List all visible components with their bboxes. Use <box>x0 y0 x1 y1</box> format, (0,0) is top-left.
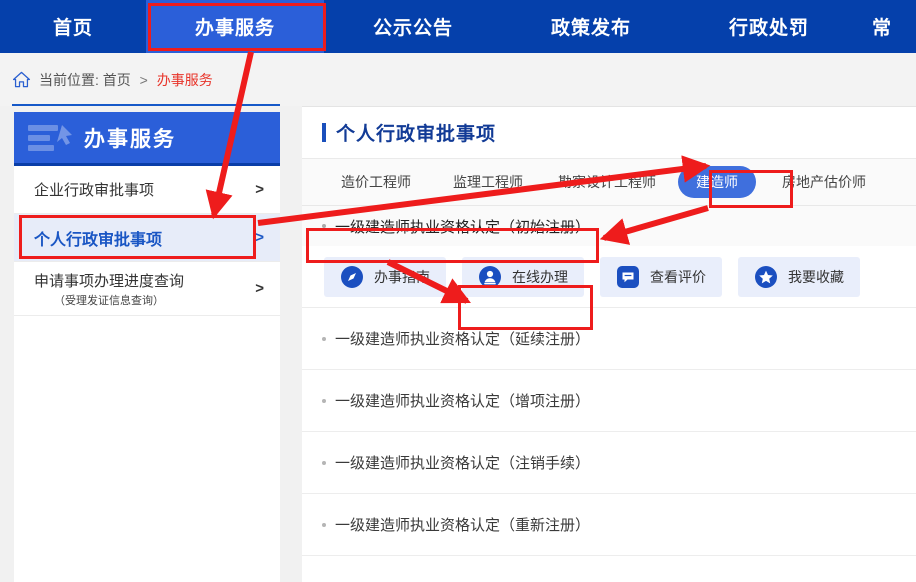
compass-icon <box>341 265 363 288</box>
list-item-label: 一级建造师执业资格认定（增项注册） <box>335 393 591 410</box>
sidebar-item-progress-text: 申请事项办理进度查询 （受理发证信息查询） <box>34 270 184 308</box>
sidebar: 办事服务 企业行政审批事项 > 个人行政审批事项 > 申请事项办理进度查询 （受… <box>14 112 280 582</box>
sidebar-item-progress[interactable]: 申请事项办理进度查询 （受理发证信息查询） > <box>14 262 280 316</box>
tab-supervision-engineer[interactable]: 监理工程师 <box>432 172 544 192</box>
nav-item-announcements-label: 公示公告 <box>372 18 453 39</box>
top-navigation: 首页 办事服务 公示公告 政策发布 行政处罚 常 <box>0 0 916 53</box>
bullet-icon <box>322 336 326 341</box>
action-view-reviews-label: 查看评价 <box>650 268 706 285</box>
bullet-icon <box>322 224 326 228</box>
sidebar-item-progress-label: 申请事项办理进度查询 <box>34 272 185 290</box>
nav-item-more[interactable]: 常 <box>858 0 914 53</box>
nav-item-policy-label: 政策发布 <box>550 18 631 39</box>
sidebar-header: 办事服务 <box>14 112 280 166</box>
tab-constructor[interactable]: 建造师 <box>678 166 756 198</box>
tab-constructor-label: 建造师 <box>696 174 738 190</box>
breadcrumb-prefix: 当前位置: <box>39 71 99 88</box>
home-icon <box>12 71 31 88</box>
nav-item-home[interactable]: 首页 <box>0 0 146 53</box>
list-item[interactable]: 一级建造师执业资格认定（注销手续） <box>302 432 916 494</box>
nav-item-penalty[interactable]: 行政处罚 <box>680 0 858 53</box>
selected-item-row[interactable]: 一级建造师执业资格认定（初始注册） <box>302 206 916 246</box>
sidebar-item-enterprise[interactable]: 企业行政审批事项 > <box>14 166 280 214</box>
list-item-label: 一级建造师执业资格认定（延续注册） <box>335 331 591 348</box>
action-favorite-button[interactable]: 我要收藏 <box>738 256 860 297</box>
page-root: 首页 办事服务 公示公告 政策发布 行政处罚 常 当前位置: 首页 > 办事服务 <box>0 0 916 582</box>
action-button-row: 办事指南 在线办理 查看评价 我要收藏 <box>302 246 916 308</box>
comment-icon <box>617 265 639 288</box>
nav-item-services[interactable]: 办事服务 <box>146 0 324 53</box>
list-item[interactable]: 一级建造师执业资格认定（重新注册） <box>302 494 916 556</box>
action-online-apply-button[interactable]: 在线办理 <box>462 256 584 297</box>
action-guide-button[interactable]: 办事指南 <box>324 256 446 297</box>
nav-item-announcements[interactable]: 公示公告 <box>324 0 502 53</box>
list-item[interactable]: 一级建造师执业资格认定（增项注册） <box>302 370 916 432</box>
nav-item-home-label: 首页 <box>52 18 93 39</box>
action-favorite-label: 我要收藏 <box>788 268 844 285</box>
chevron-right-icon: > <box>255 181 264 198</box>
nav-item-more-label: 常 <box>872 18 893 39</box>
category-tabs: 造价工程师 监理工程师 勘察设计工程师 建造师 房地产估价师 <box>302 159 916 206</box>
main-panel: 个人行政审批事项 造价工程师 监理工程师 勘察设计工程师 建造师 房地产估价师 … <box>302 106 916 582</box>
sidebar-item-personal[interactable]: 个人行政审批事项 > <box>14 214 280 262</box>
action-view-reviews-button[interactable]: 查看评价 <box>600 256 722 297</box>
tab-cost-engineer-label: 造价工程师 <box>341 174 411 190</box>
breadcrumb: 当前位置: 首页 > 办事服务 <box>0 53 916 106</box>
breadcrumb-separator: > <box>139 71 148 88</box>
tab-survey-design-engineer[interactable]: 勘察设计工程师 <box>544 172 670 192</box>
bullet-icon <box>322 398 326 403</box>
breadcrumb-text: 当前位置: 首页 > 办事服务 <box>39 70 213 90</box>
sidebar-item-enterprise-label: 企业行政审批事项 <box>34 182 155 199</box>
chevron-right-icon: > <box>255 280 264 297</box>
page-title: 个人行政审批事项 <box>302 107 916 159</box>
tab-cost-engineer[interactable]: 造价工程师 <box>320 172 432 192</box>
action-online-apply-label: 在线办理 <box>512 268 568 285</box>
nav-item-policy[interactable]: 政策发布 <box>502 0 680 53</box>
bullet-icon <box>322 522 326 527</box>
list-item-label: 一级建造师执业资格认定（注销手续） <box>335 455 591 472</box>
nav-item-penalty-label: 行政处罚 <box>728 18 809 39</box>
list-item-label: 一级建造师执业资格认定（重新注册） <box>335 517 591 534</box>
tab-supervision-engineer-label: 监理工程师 <box>453 174 523 190</box>
action-guide-label: 办事指南 <box>374 268 430 285</box>
sidebar-item-progress-sublabel: （受理发证信息查询） <box>54 294 164 307</box>
tab-real-estate-appraiser[interactable]: 房地产估价师 <box>764 172 884 192</box>
breadcrumb-root[interactable]: 首页 <box>103 72 131 88</box>
breadcrumb-underline <box>12 104 280 106</box>
person-icon <box>479 265 501 288</box>
nav-item-services-label: 办事服务 <box>194 18 275 39</box>
sidebar-header-title: 办事服务 <box>84 127 176 151</box>
bullet-icon <box>322 460 326 465</box>
page-title-text: 个人行政审批事项 <box>336 124 497 145</box>
breadcrumb-current: 办事服务 <box>156 71 213 88</box>
star-icon <box>755 265 777 288</box>
chevron-right-icon: > <box>255 229 264 246</box>
sidebar-item-personal-label: 个人行政审批事项 <box>34 231 163 249</box>
tab-survey-design-engineer-label: 勘察设计工程师 <box>558 174 656 190</box>
title-marker-icon <box>322 123 326 142</box>
selected-item-label: 一级建造师执业资格认定（初始注册） <box>335 218 591 236</box>
tab-real-estate-appraiser-label: 房地产估价师 <box>782 174 866 190</box>
document-pin-icon <box>28 125 72 151</box>
list-item[interactable]: 一级建造师执业资格认定（延续注册） <box>302 308 916 370</box>
